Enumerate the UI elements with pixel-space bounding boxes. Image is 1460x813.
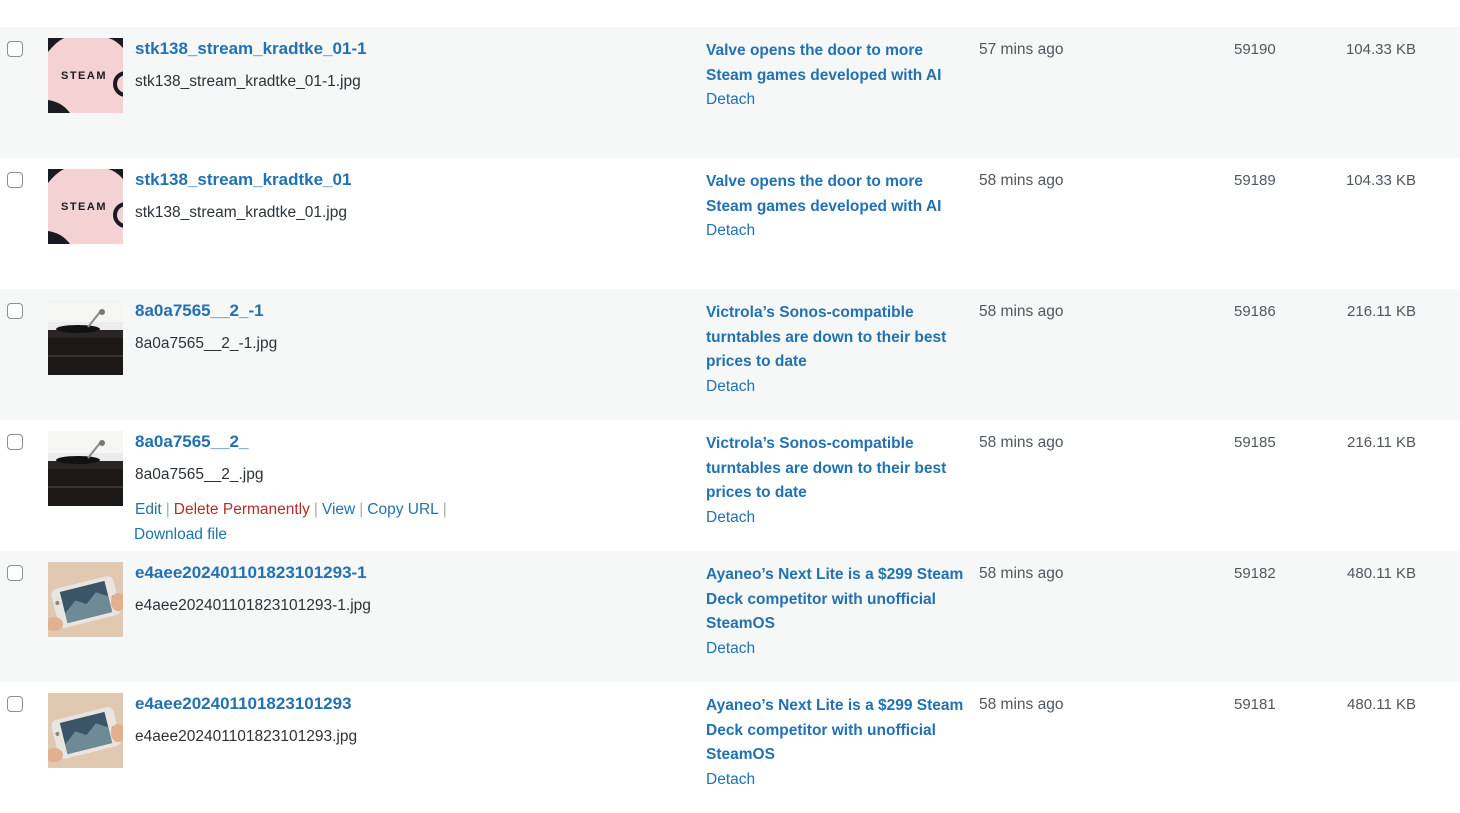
- steam-logo-thumbnail[interactable]: STEAM: [48, 169, 123, 244]
- download-file-link[interactable]: Download file: [134, 526, 227, 543]
- media-title-link[interactable]: e4aee202401101823101293: [135, 694, 352, 714]
- detach-link[interactable]: Detach: [706, 219, 966, 244]
- attached-post-link[interactable]: Victrola’s Sonos-compatible turntables a…: [706, 432, 966, 506]
- detach-link[interactable]: Detach: [706, 637, 966, 662]
- media-id: 59190: [1234, 41, 1276, 58]
- table-row: e4aee202401101823101293 e4aee20240110182…: [0, 682, 1460, 813]
- attached-to-cell: Valve opens the door to more Steam games…: [706, 39, 966, 113]
- row-checkbox[interactable]: [7, 565, 23, 581]
- copy-url-link[interactable]: Copy URL: [367, 501, 439, 518]
- attached-post-link[interactable]: Victrola’s Sonos-compatible turntables a…: [706, 301, 966, 375]
- attached-to-cell: Victrola’s Sonos-compatible turntables a…: [706, 432, 966, 530]
- separator: |: [165, 501, 170, 518]
- steam-wordmark: STEAM: [61, 70, 107, 82]
- media-filename: stk138_stream_kradtke_01.jpg: [135, 204, 347, 221]
- upload-date: 57 mins ago: [979, 41, 1064, 58]
- media-id: 59181: [1234, 696, 1276, 713]
- row-checkbox[interactable]: [7, 41, 23, 57]
- separator: |: [442, 501, 447, 518]
- handheld-console-thumbnail[interactable]: [48, 562, 123, 637]
- media-filename: 8a0a7565__2_-1.jpg: [135, 335, 278, 352]
- handheld-console-thumbnail[interactable]: [48, 693, 123, 768]
- attached-post-link[interactable]: Valve opens the door to more Steam games…: [706, 170, 966, 219]
- media-title-link[interactable]: stk138_stream_kradtke_01: [135, 170, 351, 190]
- media-filename: e4aee202401101823101293.jpg: [135, 728, 358, 745]
- view-link[interactable]: View: [322, 501, 355, 518]
- detach-link[interactable]: Detach: [706, 88, 966, 113]
- delete-permanently-link[interactable]: Delete Permanently: [174, 501, 310, 518]
- media-id: 59189: [1234, 172, 1276, 189]
- upload-date: 58 mins ago: [979, 303, 1064, 320]
- file-size: 104.33 KB: [1345, 41, 1416, 58]
- media-title-link[interactable]: e4aee202401101823101293-1: [135, 563, 367, 583]
- detach-link[interactable]: Detach: [706, 375, 966, 400]
- edit-link[interactable]: Edit: [135, 501, 162, 518]
- media-id: 59185: [1234, 434, 1276, 451]
- file-size: 480.11 KB: [1347, 696, 1416, 713]
- file-size: 480.11 KB: [1347, 565, 1416, 582]
- table-row: STEAM stk138_stream_kradtke_01 stk138_st…: [0, 158, 1460, 289]
- upload-date: 58 mins ago: [979, 696, 1064, 713]
- steam-logo-thumbnail[interactable]: STEAM: [48, 38, 123, 113]
- detach-link[interactable]: Detach: [706, 506, 966, 531]
- media-title-link[interactable]: 8a0a7565__2_: [135, 432, 248, 452]
- attached-post-link[interactable]: Ayaneo’s Next Lite is a $299 Steam Deck …: [706, 563, 966, 637]
- attached-to-cell: Ayaneo’s Next Lite is a $299 Steam Deck …: [706, 563, 966, 661]
- steam-wordmark: STEAM: [61, 201, 107, 213]
- separator: |: [313, 501, 318, 518]
- upload-date: 58 mins ago: [979, 434, 1064, 451]
- media-title-link[interactable]: 8a0a7565__2_-1: [135, 301, 264, 321]
- turntable-thumbnail[interactable]: [48, 431, 123, 506]
- attached-to-cell: Victrola’s Sonos-compatible turntables a…: [706, 301, 966, 399]
- row-checkbox[interactable]: [7, 172, 23, 188]
- file-size: 216.11 KB: [1347, 434, 1416, 451]
- media-filename: e4aee202401101823101293-1.jpg: [135, 597, 371, 614]
- media-id: 59182: [1234, 565, 1276, 582]
- attached-post-link[interactable]: Ayaneo’s Next Lite is a $299 Steam Deck …: [706, 694, 966, 768]
- media-list-table: STEAM stk138_stream_kradtke_01-1 stk138_…: [0, 27, 1460, 813]
- table-row: e4aee202401101823101293-1 e4aee202401101…: [0, 551, 1460, 682]
- table-row: 8a0a7565__2_ 8a0a7565__2_.jpg Edit | Delet…: [0, 420, 1460, 551]
- media-id: 59186: [1234, 303, 1276, 320]
- table-row: 8a0a7565__2_-1 8a0a7565__2_-1.jpg Victro…: [0, 289, 1460, 420]
- detach-link[interactable]: Detach: [706, 768, 966, 793]
- upload-date: 58 mins ago: [979, 565, 1064, 582]
- table-row: STEAM stk138_stream_kradtke_01-1 stk138_…: [0, 27, 1460, 158]
- separator: |: [359, 501, 364, 518]
- attached-to-cell: Ayaneo’s Next Lite is a $299 Steam Deck …: [706, 694, 966, 792]
- media-filename: 8a0a7565__2_.jpg: [135, 466, 264, 483]
- file-size: 216.11 KB: [1347, 303, 1416, 320]
- row-checkbox[interactable]: [7, 434, 23, 450]
- attached-post-link[interactable]: Valve opens the door to more Steam games…: [706, 39, 966, 88]
- row-checkbox[interactable]: [7, 303, 23, 319]
- attached-to-cell: Valve opens the door to more Steam games…: [706, 170, 966, 244]
- upload-date: 58 mins ago: [979, 172, 1064, 189]
- turntable-thumbnail[interactable]: [48, 300, 123, 375]
- media-filename: stk138_stream_kradtke_01-1.jpg: [135, 73, 361, 90]
- row-actions: Edit | Delete Permanently | View | Copy URL | Do…: [134, 497, 465, 547]
- media-title-link[interactable]: stk138_stream_kradtke_01-1: [135, 39, 367, 59]
- file-size: 104.33 KB: [1345, 172, 1416, 189]
- row-checkbox[interactable]: [7, 696, 23, 712]
